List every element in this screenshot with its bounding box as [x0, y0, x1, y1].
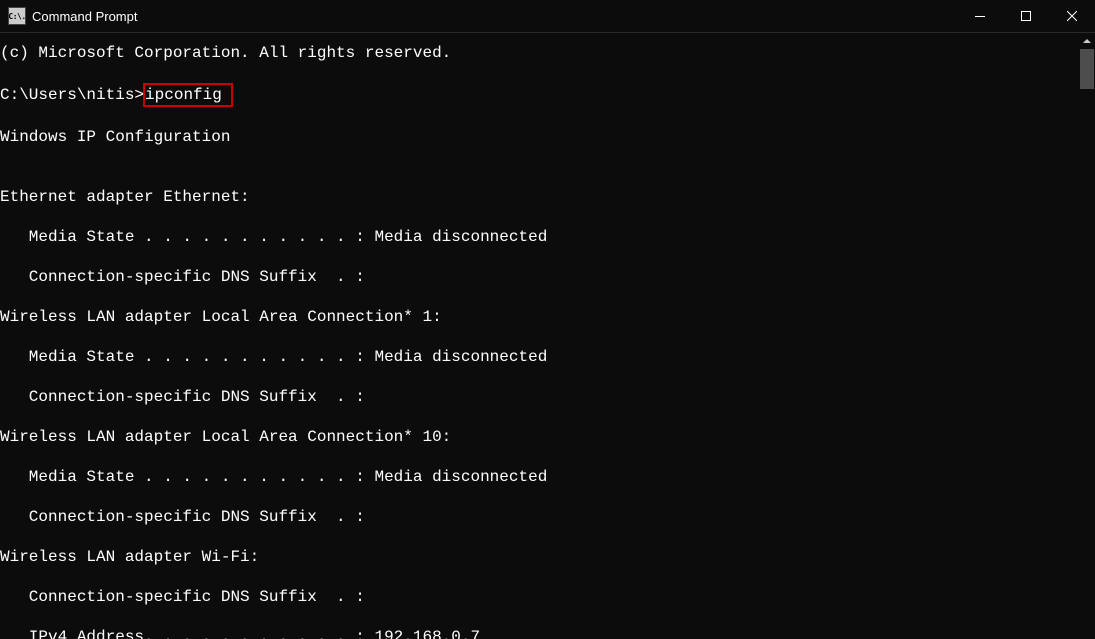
- scrollbar-thumb[interactable]: [1080, 49, 1094, 89]
- typed-command: ipconfig: [145, 86, 222, 104]
- close-icon: [1067, 11, 1077, 21]
- adapter-line: Connection-specific DNS Suffix . :: [0, 387, 1079, 407]
- adapter-line: Connection-specific DNS Suffix . :: [0, 587, 1079, 607]
- adapter-line: Connection-specific DNS Suffix . :: [0, 267, 1079, 287]
- cmd-icon: C:\.: [8, 7, 26, 25]
- scroll-up-arrow-icon[interactable]: [1079, 33, 1095, 49]
- adapter-line: Connection-specific DNS Suffix . :: [0, 507, 1079, 527]
- prompt-line: C:\Users\nitis>ipconfig: [0, 83, 1079, 107]
- maximize-icon: [1021, 11, 1031, 21]
- command-prompt-window: C:\. Command Prompt (c) Microsoft Corpor…: [0, 0, 1095, 639]
- terminal-output[interactable]: (c) Microsoft Corporation. All rights re…: [0, 33, 1079, 639]
- command-highlight: ipconfig: [143, 83, 233, 107]
- adapter-line: Media State . . . . . . . . . . . : Medi…: [0, 347, 1079, 367]
- ip-config-header: Windows IP Configuration: [0, 127, 1079, 147]
- adapter-line: Media State . . . . . . . . . . . : Medi…: [0, 467, 1079, 487]
- window-controls: [957, 0, 1095, 32]
- minimize-button[interactable]: [957, 0, 1003, 32]
- titlebar-left: C:\. Command Prompt: [0, 7, 137, 25]
- adapter-title: Wireless LAN adapter Local Area Connecti…: [0, 427, 1079, 447]
- copyright-line: (c) Microsoft Corporation. All rights re…: [0, 43, 1079, 63]
- adapter-title: Ethernet adapter Ethernet:: [0, 187, 1079, 207]
- minimize-icon: [975, 16, 985, 17]
- window-title: Command Prompt: [32, 9, 137, 24]
- close-button[interactable]: [1049, 0, 1095, 32]
- titlebar[interactable]: C:\. Command Prompt: [0, 0, 1095, 33]
- adapter-title: Wireless LAN adapter Wi-Fi:: [0, 547, 1079, 567]
- prompt-path: C:\Users\nitis>: [0, 86, 144, 104]
- adapter-line: Media State . . . . . . . . . . . : Medi…: [0, 227, 1079, 247]
- adapter-line: IPv4 Address. . . . . . . . . . . : 192.…: [0, 627, 1079, 639]
- adapter-title: Wireless LAN adapter Local Area Connecti…: [0, 307, 1079, 327]
- vertical-scrollbar[interactable]: [1079, 33, 1095, 639]
- maximize-button[interactable]: [1003, 0, 1049, 32]
